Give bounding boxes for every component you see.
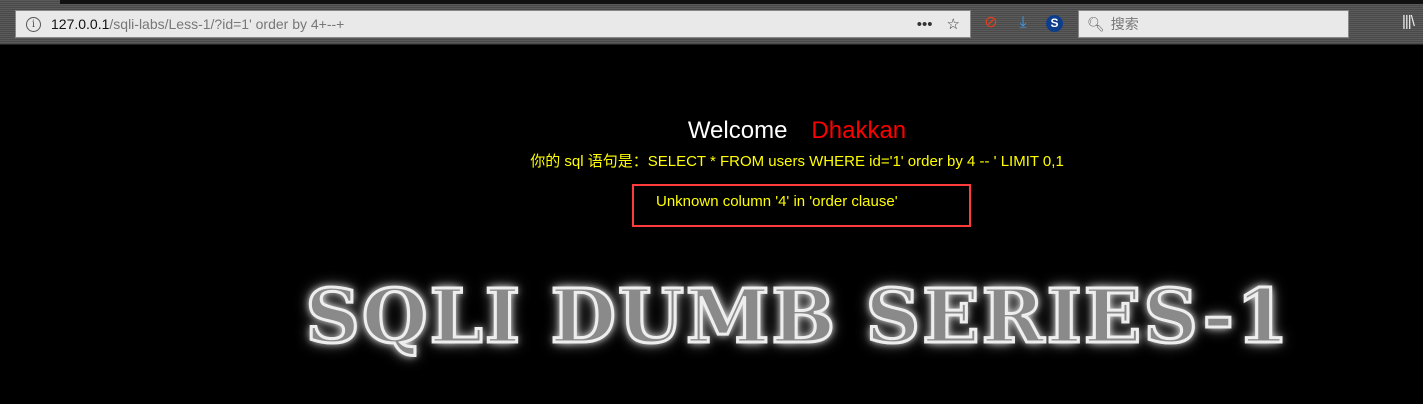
- address-bar[interactable]: i 127.0.0.1/sqli-labs/Less-1/?id=1' orde…: [15, 10, 971, 38]
- error-message: Unknown column '4' in 'order clause': [656, 193, 898, 210]
- tab-strip: [60, 0, 1423, 4]
- welcome-heading: Welcome Dhakkan: [687, 117, 907, 144]
- sql-query-text: 你的 sql 语句是：SELECT * FROM users WHERE id=…: [530, 153, 1064, 170]
- user-name: Dhakkan: [811, 117, 907, 144]
- browser-toolbar: i 127.0.0.1/sqli-labs/Less-1/?id=1' orde…: [0, 0, 1423, 45]
- sqli-logo: SQLI DUMB SERIES-1: [303, 273, 1291, 362]
- url-text[interactable]: 127.0.0.1/sqli-labs/Less-1/?id=1' order …: [51, 16, 344, 32]
- search-icon: 🔍︎: [1087, 15, 1105, 32]
- ellipsis-icon[interactable]: •••: [917, 16, 933, 33]
- library-icon[interactable]: |||\: [1402, 13, 1415, 30]
- download-icon[interactable]: ⤓: [1013, 13, 1033, 33]
- star-icon[interactable]: ☆: [947, 15, 960, 33]
- search-input[interactable]: 🔍︎ 搜索: [1078, 10, 1349, 38]
- info-icon[interactable]: i: [26, 16, 41, 32]
- blocked-extension-icon[interactable]: ⊘: [981, 13, 1001, 33]
- s-extension-icon[interactable]: S: [1046, 15, 1063, 32]
